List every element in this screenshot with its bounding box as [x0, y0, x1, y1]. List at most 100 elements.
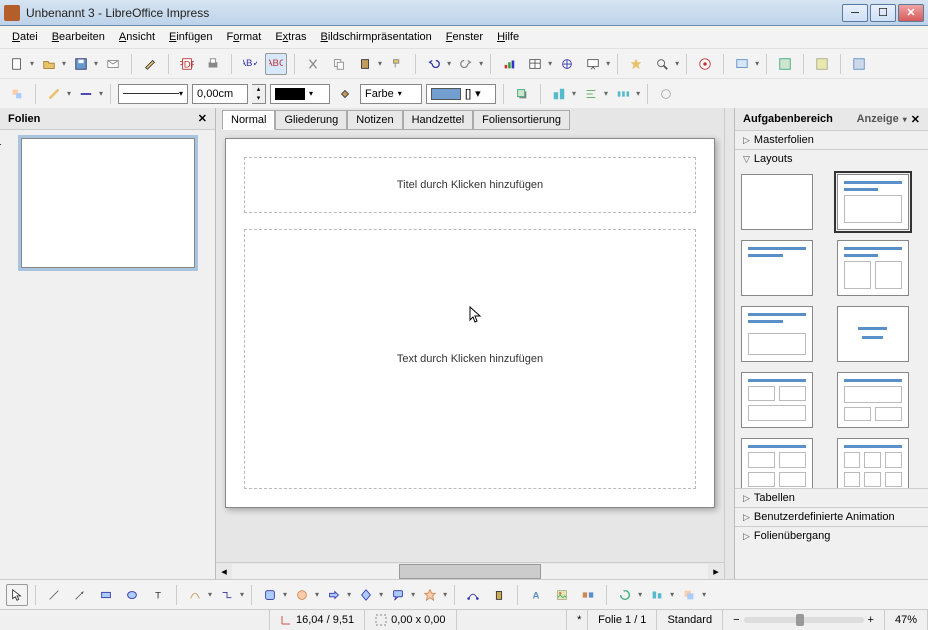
menu-einfuegen[interactable]: Einfügen — [163, 29, 218, 45]
menu-datei[interactable]: Datei — [6, 29, 44, 45]
align-tool-dropdown[interactable]: ▾ — [670, 590, 674, 599]
content-placeholder[interactable]: Text durch Klicken hinzufügen — [244, 229, 696, 489]
shadow-button[interactable] — [511, 83, 533, 105]
edit-button[interactable] — [139, 53, 161, 75]
open-button[interactable] — [38, 53, 60, 75]
curve-dropdown[interactable]: ▾ — [208, 590, 212, 599]
fill-color-select[interactable]: []▾ — [426, 84, 496, 104]
section-layouts-header[interactable]: ▽Layouts — [735, 150, 928, 168]
redo-dropdown[interactable]: ▾ — [479, 59, 483, 68]
position-button[interactable] — [548, 83, 570, 105]
section-masterfolien[interactable]: ▷Masterfolien — [735, 130, 928, 149]
line-tool[interactable] — [43, 584, 65, 606]
presentation-dropdown[interactable]: ▾ — [606, 59, 610, 68]
position-dropdown[interactable]: ▾ — [572, 89, 576, 98]
undo-dropdown[interactable]: ▾ — [447, 59, 451, 68]
layout-content-only[interactable] — [741, 306, 813, 362]
line-color-button[interactable] — [43, 83, 65, 105]
tab-notizen[interactable]: Notizen — [347, 110, 402, 130]
from-file-tool[interactable] — [551, 584, 573, 606]
basic-shape-dropdown[interactable]: ▾ — [283, 590, 287, 599]
section-tabellen[interactable]: ▷Tabellen — [735, 488, 928, 507]
arrow-tool[interactable] — [69, 584, 91, 606]
ellipse-tool[interactable] — [121, 584, 143, 606]
tab-gliederung[interactable]: Gliederung — [275, 110, 347, 130]
help-button[interactable] — [694, 53, 716, 75]
star-tool[interactable] — [419, 584, 441, 606]
spellcheck-button[interactable]: AB✓ — [239, 53, 261, 75]
zoom-button[interactable] — [651, 53, 673, 75]
task-anzeige-dropdown-icon[interactable]: ▾ — [903, 115, 907, 124]
menu-extras[interactable]: Extras — [269, 29, 312, 45]
rotate-tool[interactable] — [614, 584, 636, 606]
extras-button[interactable] — [655, 83, 677, 105]
zoom-dropdown[interactable]: ▾ — [675, 59, 679, 68]
menu-bildschirm[interactable]: Bildschirmpräsentation — [315, 29, 438, 45]
line-width-spinner[interactable]: ▴▾ — [252, 84, 266, 104]
status-zoom-slider[interactable]: − + — [723, 610, 885, 630]
line-width-input[interactable]: 0,00cm — [192, 84, 248, 104]
menu-format[interactable]: Format — [220, 29, 267, 45]
minimize-button[interactable]: ─ — [842, 4, 868, 22]
section-uebergang[interactable]: ▷Folienübergang — [735, 526, 928, 545]
menu-ansicht[interactable]: Ansicht — [113, 29, 161, 45]
paste-dropdown[interactable]: ▾ — [378, 59, 382, 68]
callout-tool[interactable] — [387, 584, 409, 606]
slides-panel-close-icon[interactable]: ✕ — [198, 112, 207, 125]
paste-button[interactable] — [354, 53, 376, 75]
star-dropdown[interactable]: ▾ — [443, 590, 447, 599]
table-button[interactable] — [524, 53, 546, 75]
block-arrow-dropdown[interactable]: ▾ — [347, 590, 351, 599]
maximize-button[interactable]: ☐ — [870, 4, 896, 22]
email-button[interactable] — [102, 53, 124, 75]
points-tool[interactable] — [462, 584, 484, 606]
align-tool[interactable] — [646, 584, 668, 606]
task-anzeige-menu[interactable]: Anzeige — [857, 113, 899, 125]
layout-title-content[interactable] — [837, 174, 909, 230]
arrange-tool[interactable] — [678, 584, 700, 606]
line-color-dropdown[interactable]: ▾ — [67, 89, 71, 98]
curve-tool[interactable] — [184, 584, 206, 606]
align-button[interactable] — [580, 83, 602, 105]
export-pdf-button[interactable]: PDF — [176, 53, 198, 75]
open-dropdown[interactable]: ▾ — [62, 59, 66, 68]
slide-canvas-area[interactable]: Titel durch Klicken hinzufügen Text durc… — [216, 130, 724, 562]
fontwork-tool[interactable]: A — [525, 584, 547, 606]
horizontal-scrollbar[interactable]: ◂ ▸ — [216, 562, 724, 579]
distribute-button[interactable] — [612, 83, 634, 105]
chart-button[interactable] — [498, 53, 520, 75]
callout-dropdown[interactable]: ▾ — [411, 590, 415, 599]
slide-canvas[interactable]: Titel durch Klicken hinzufügen Text durc… — [225, 138, 715, 508]
align-dropdown[interactable]: ▾ — [604, 89, 608, 98]
title-placeholder[interactable]: Titel durch Klicken hinzufügen — [244, 157, 696, 213]
text-tool[interactable]: T — [147, 584, 169, 606]
new-dropdown[interactable]: ▾ — [30, 59, 34, 68]
hyperlink-button[interactable] — [556, 53, 578, 75]
layout-one-over-two[interactable] — [837, 372, 909, 428]
basic-shape-tool[interactable] — [259, 584, 281, 606]
layout-blank[interactable] — [741, 174, 813, 230]
rotate-dropdown[interactable]: ▾ — [638, 590, 642, 599]
connector-dropdown[interactable]: ▾ — [240, 590, 244, 599]
fill-type-select[interactable]: Farbe▾ — [360, 84, 422, 104]
layout-two-over-one[interactable] — [741, 372, 813, 428]
select-tool[interactable] — [6, 584, 28, 606]
line-style-dropdown[interactable]: ▾ — [99, 89, 103, 98]
status-zoom-value[interactable]: 47% — [885, 610, 928, 630]
menu-hilfe[interactable]: Hilfe — [491, 29, 525, 45]
distribute-dropdown[interactable]: ▾ — [636, 89, 640, 98]
layout-two-content[interactable] — [837, 240, 909, 296]
auto-spellcheck-button[interactable]: ABC — [265, 53, 287, 75]
status-insert-mode[interactable]: * — [567, 610, 588, 630]
connector-tool[interactable] — [216, 584, 238, 606]
slide-dropdown[interactable]: ▾ — [755, 59, 759, 68]
flowchart-dropdown[interactable]: ▾ — [379, 590, 383, 599]
splitter-bar[interactable] — [724, 108, 734, 579]
arrange-tool-dropdown[interactable]: ▾ — [702, 590, 706, 599]
slide-button[interactable] — [731, 53, 753, 75]
rect-tool[interactable] — [95, 584, 117, 606]
symbol-shape-tool[interactable] — [291, 584, 313, 606]
layout-four[interactable] — [741, 438, 813, 488]
menu-fenster[interactable]: Fenster — [440, 29, 489, 45]
arrange-button[interactable] — [6, 83, 28, 105]
